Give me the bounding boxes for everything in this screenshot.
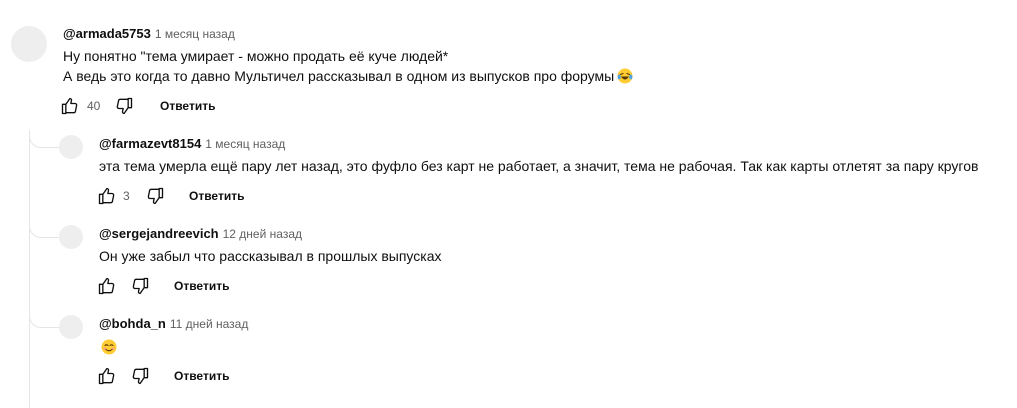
avatar[interactable] [59,135,83,159]
comment-author[interactable]: @armada5753 [63,26,151,41]
thumb-down-icon[interactable] [130,366,150,386]
thumb-up-icon[interactable] [97,186,117,206]
comment-header: @farmazevt8154 1 месяц назад [99,136,285,152]
reply-button[interactable]: Ответить [174,277,229,295]
comment-text-line: эта тема умерла ещё пару лет назад, это … [99,158,979,174]
reply-button[interactable]: Ответить [174,367,229,385]
comment-header: @sergejandreevich 12 дней назад [99,226,302,242]
avatar[interactable] [59,315,83,339]
reply-thread-line [29,130,30,408]
avatar[interactable] [59,225,83,249]
reply-button[interactable]: Ответить [189,187,244,205]
comment-text-line: А ведь это когда то давно Мультичел расс… [63,66,633,86]
comment-actions: 40 Ответить [60,94,260,118]
comment-header: @armada5753 1 месяц назад [63,26,235,42]
like-count: 3 [123,189,130,203]
thumb-down-icon[interactable] [114,96,134,116]
reply-thread-branch [29,224,59,238]
thumb-down-icon[interactable] [130,276,150,296]
laughing-tears-emoji [617,68,633,84]
comment-header: @bohda_n 11 дней назад [99,316,248,332]
comment-actions: Ответить [97,274,297,298]
comment-text-line: Ну понятно "тема умирает - можно продать… [63,48,449,64]
comment-text-line: Он уже забыл что рассказывал в прошлых в… [99,248,442,264]
comment-author[interactable]: @sergejandreevich [99,226,219,241]
comments-section: @armada5753 1 месяц назад Ну понятно "тем… [0,0,1017,408]
comment-author[interactable]: @farmazevt8154 [99,136,201,151]
comment-actions: Ответить [97,364,297,388]
comment-author[interactable]: @bohda_n [99,316,166,331]
comment-timestamp[interactable]: 1 месяц назад [155,27,235,41]
thumb-up-icon[interactable] [97,366,117,386]
smiling-face-emoji [101,339,117,355]
avatar[interactable] [11,26,47,62]
reply-button[interactable]: Ответить [160,97,215,115]
reply-thread-branch [29,134,59,148]
comment-actions: 3 Ответить [97,184,297,208]
comment-timestamp[interactable]: 1 месяц назад [205,137,285,151]
thumb-down-icon[interactable] [145,186,165,206]
comment-timestamp[interactable]: 11 дней назад [170,317,248,331]
thumb-up-icon[interactable] [97,276,117,296]
thumb-up-icon[interactable] [60,96,80,116]
like-count: 40 [87,99,101,113]
comment-timestamp[interactable]: 12 дней назад [223,227,302,241]
reply-thread-branch [29,314,59,328]
